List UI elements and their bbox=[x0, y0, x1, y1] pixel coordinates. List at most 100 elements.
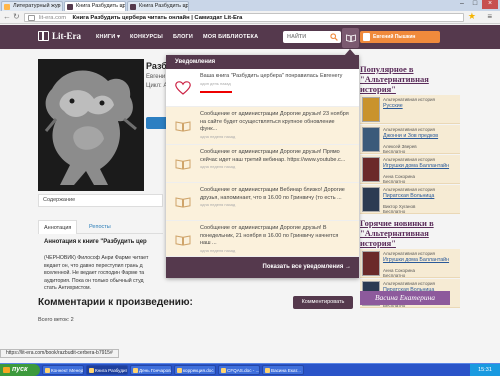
taskbar-task[interactable]: коррекция.doc - ... bbox=[174, 365, 216, 375]
tab-title: Книга Разбудить цр bbox=[76, 3, 126, 9]
url-separator bbox=[68, 15, 71, 21]
notification-text: Сообщение от администрации Дорогие друзь… bbox=[200, 225, 339, 246]
system-tray-clock: 15:31 bbox=[470, 364, 500, 376]
close-tab-icon[interactable]: × bbox=[57, 2, 60, 11]
sidebar-book-item[interactable]: Альтернативная история Пиратская Вольница… bbox=[360, 185, 460, 214]
reload-icon[interactable]: ↻ bbox=[13, 13, 20, 21]
toc-label: Содержание bbox=[43, 197, 76, 203]
notification-time: одна неделя назад bbox=[200, 202, 236, 207]
app-icon bbox=[221, 368, 226, 373]
user-menu-button[interactable]: Евгений Пышкин bbox=[360, 31, 440, 43]
book-cover-thumbnail[interactable] bbox=[362, 97, 380, 122]
book-logo-icon bbox=[38, 31, 49, 41]
cerberus-cover-image bbox=[38, 59, 144, 191]
notifications-button[interactable] bbox=[342, 28, 359, 48]
notification-admin[interactable]: Сообщение от администрации Дорогие друзь… bbox=[166, 145, 359, 183]
popup-caret bbox=[344, 49, 356, 56]
back-arrow-icon[interactable]: ← bbox=[3, 13, 11, 21]
address-bar[interactable]: lit-era.com Книга Разбудить цербера чита… bbox=[24, 13, 464, 22]
book-author[interactable]: Евгени bbox=[146, 74, 165, 80]
book-genre: Альтернативная история bbox=[383, 127, 435, 132]
book-name-link[interactable]: Пиратская Вольница bbox=[383, 193, 457, 199]
browser-tab-active[interactable]: Книга Разбудить цр × bbox=[64, 1, 126, 11]
sidebar-book-item[interactable]: Альтернативная история Русские bbox=[360, 95, 460, 124]
book-cover-thumbnail[interactable] bbox=[362, 127, 380, 152]
browser-tab[interactable]: Книга Разбудить цр × bbox=[127, 1, 189, 11]
sidebar-book-item[interactable]: Альтернативная история Джонни и Зов предк… bbox=[360, 125, 460, 154]
window-controls: – □ × bbox=[456, 0, 498, 10]
search-icon[interactable] bbox=[330, 33, 338, 41]
book-name-link[interactable]: Игрушки дома Баллантайн bbox=[383, 163, 457, 169]
task-label: CFQAS.doc - ... bbox=[227, 368, 260, 373]
nav-books[interactable]: КНИГИ ▾ bbox=[96, 34, 120, 40]
browser-tab[interactable]: Литературный жур × bbox=[1, 1, 63, 11]
toc-dropdown[interactable]: Содержание bbox=[38, 194, 163, 207]
tab-reposts[interactable]: Репосты bbox=[84, 220, 116, 234]
search-input[interactable]: НАЙТИ bbox=[283, 31, 341, 43]
sidebar-book-item[interactable]: Альтернативная история Игрушки дома Балла… bbox=[360, 155, 460, 184]
notification-text: Сообщение от администрации Дорогие друзь… bbox=[200, 149, 346, 163]
notifications-popup: Уведомления Ваша книга "Разбудить цербер… bbox=[166, 55, 359, 278]
book-price: Бесплатно bbox=[383, 273, 406, 278]
app-icon bbox=[89, 368, 94, 373]
content-tabs: Аннотация Репосты bbox=[38, 220, 163, 234]
taskbar-task[interactable]: День Гончарова bbox=[130, 365, 172, 375]
book-cover bbox=[38, 59, 144, 191]
book-cover-thumbnail[interactable] bbox=[362, 187, 380, 212]
menu-icon[interactable]: ≡ bbox=[487, 13, 492, 21]
task-label: Коннект Менедж... bbox=[51, 368, 84, 373]
notification-body: Ваша книга "Разбудить цербера" понравила… bbox=[200, 73, 350, 87]
book-open-icon bbox=[175, 158, 191, 172]
notification-admin[interactable]: Сообщение от администрации Дорогие друзь… bbox=[166, 221, 359, 257]
taskbar-task[interactable]: CFQAS.doc - ... bbox=[218, 365, 260, 375]
nav-my-library[interactable]: МОЯ БИБЛИОТЕКА bbox=[203, 34, 258, 40]
annotation-line: вселенной. Не ведает господин Фарме та bbox=[44, 270, 145, 276]
notification-like[interactable]: Ваша книга "Разбудить цербера" понравила… bbox=[166, 69, 359, 107]
minimize-icon[interactable]: – bbox=[456, 0, 468, 9]
book-name-link[interactable]: Русские bbox=[383, 103, 457, 109]
taskbar-task[interactable]: Васина Екат... bbox=[262, 365, 304, 375]
book-cover-thumbnail[interactable] bbox=[362, 251, 380, 276]
new-heading[interactable]: Горячие новинки в "Альтернативная истори… bbox=[360, 218, 460, 248]
sidebar-book-item[interactable]: Альтернативная история Игрушки дома Балла… bbox=[360, 249, 460, 278]
tab-annotation[interactable]: Аннотация bbox=[38, 220, 78, 234]
tab-title: Книга Разбудить цр bbox=[139, 3, 189, 9]
book-cover-thumbnail[interactable] bbox=[362, 157, 380, 182]
notification-admin[interactable]: Сообщение от администрации Вебинар близк… bbox=[166, 183, 359, 221]
book-genre: Альтернативная история bbox=[383, 187, 435, 192]
start-button[interactable]: пуск bbox=[0, 364, 40, 376]
site-header: Lit-Era КНИГИ ▾ КОНКУРСЫ БЛОГИ МОЯ БИБЛИ… bbox=[0, 25, 500, 49]
bookmark-star-icon[interactable]: ★ bbox=[468, 12, 476, 21]
read-button[interactable] bbox=[146, 117, 168, 129]
url-page-title: Книга Разбудить цербера читать онлайн | … bbox=[72, 15, 243, 21]
close-tab-icon[interactable]: × bbox=[183, 2, 186, 11]
nav-blogs[interactable]: БЛОГИ bbox=[173, 34, 193, 40]
nav-contests[interactable]: КОНКУРСЫ bbox=[130, 34, 163, 40]
book-open-icon bbox=[175, 196, 191, 210]
notification-time: одна неделя назад bbox=[200, 164, 236, 169]
book-name-link[interactable]: Джонни и Зов предков bbox=[383, 133, 457, 139]
close-window-icon[interactable]: × bbox=[482, 0, 498, 9]
book-genre: Альтернативная история bbox=[383, 251, 435, 256]
user-name: Евгений Пышкин bbox=[373, 34, 416, 40]
avatar bbox=[363, 33, 370, 41]
popular-heading[interactable]: Популярное в "Альтернативная история" bbox=[360, 64, 460, 94]
heart-icon bbox=[175, 81, 191, 97]
notification-admin[interactable]: Сообщение от администрации Дорогие друзь… bbox=[166, 107, 359, 145]
app-icon bbox=[45, 368, 50, 373]
site-logo[interactable]: Lit-Era bbox=[38, 31, 81, 41]
task-label: День Гончарова bbox=[139, 368, 172, 373]
book-open-icon bbox=[175, 120, 191, 134]
task-label: коррекция.doc - ... bbox=[183, 368, 215, 373]
book-name-link[interactable]: Игрушки дома Баллантайн bbox=[383, 257, 457, 263]
show-all-notifications-link[interactable]: Показать все уведомления → bbox=[166, 257, 359, 278]
taskbar-task[interactable]: Коннект Менедж... bbox=[42, 365, 84, 375]
close-tab-icon[interactable]: × bbox=[120, 2, 123, 11]
maximize-icon[interactable]: □ bbox=[469, 0, 481, 9]
task-label: Васина Екат... bbox=[271, 368, 301, 373]
taskbar-task[interactable]: Книга Разбудить... bbox=[86, 365, 128, 375]
task-label: Книга Разбудить... bbox=[95, 368, 128, 373]
comment-button[interactable]: Комментировать bbox=[293, 296, 353, 309]
annotation-line: (ЧЕРНОВИК) Философ Анри Фарме читает bbox=[44, 255, 149, 261]
notification-text: Сообщение от администрации Вебинар близк… bbox=[200, 187, 345, 201]
